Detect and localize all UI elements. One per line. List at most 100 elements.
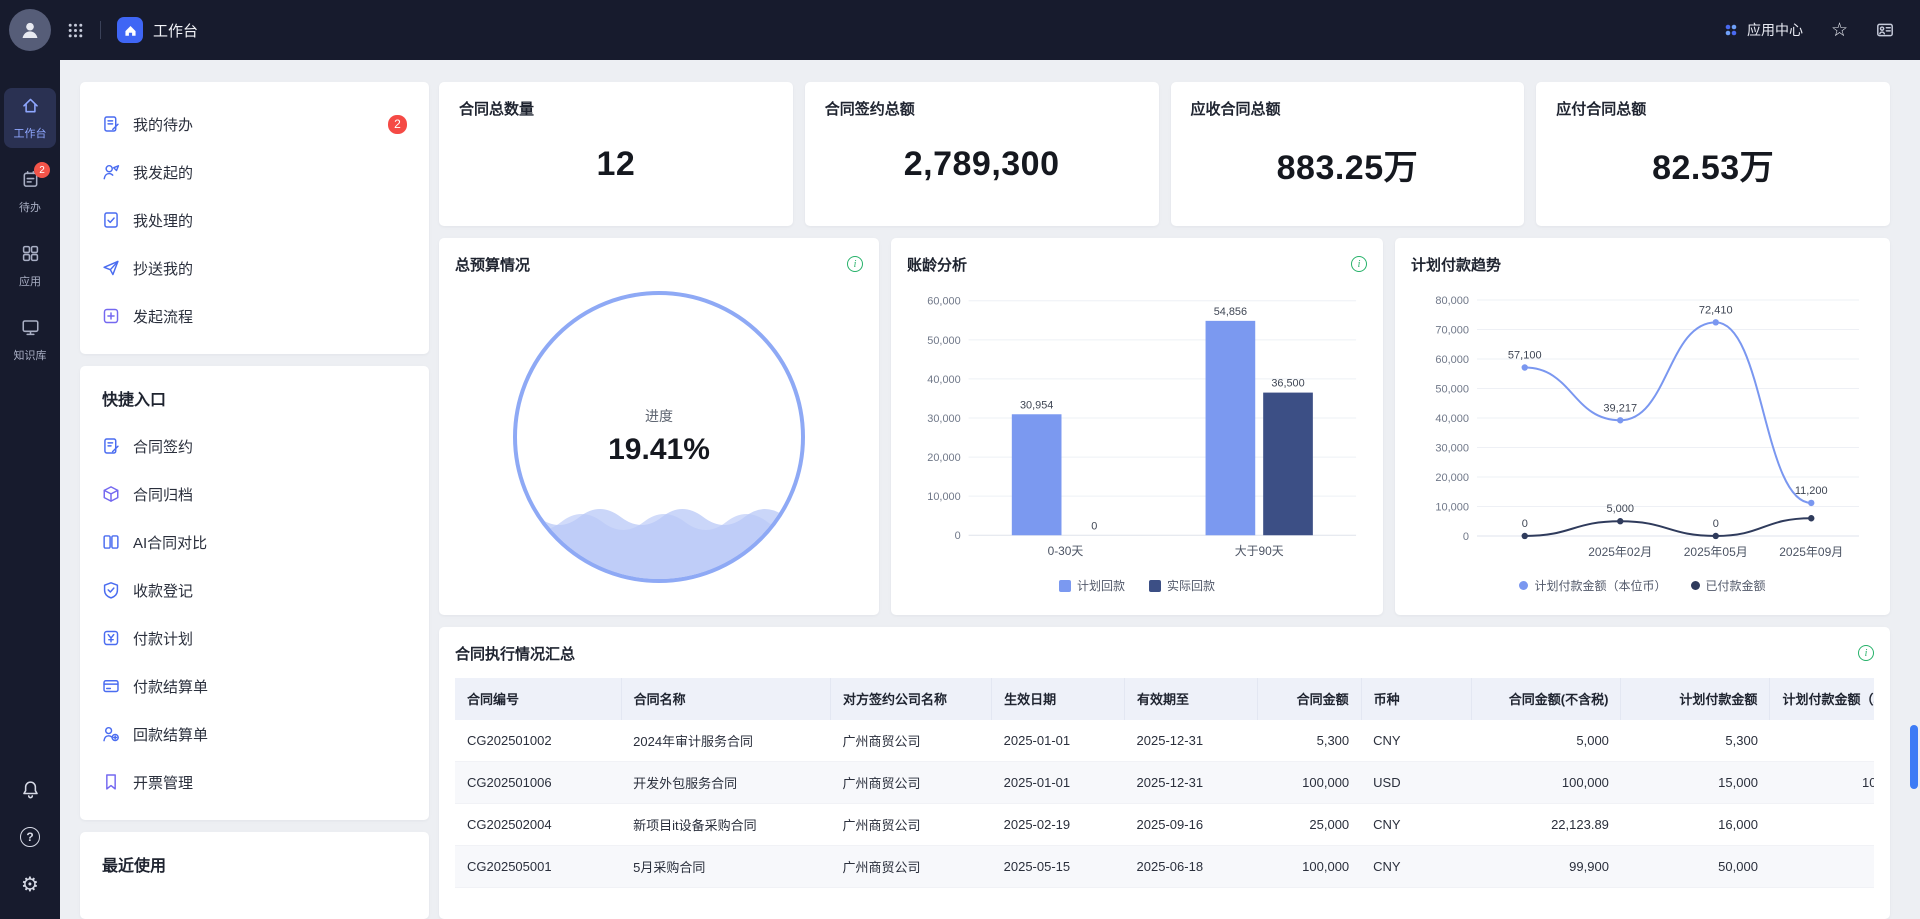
table-cell: CNY [1361, 720, 1472, 762]
quick-entry-title: 快捷入口 [92, 384, 417, 422]
sidebar-item-label: 我发起的 [133, 162, 193, 183]
left-sidebar: 我的待办2 我发起的我处理的抄送我的发起流程 快捷入口 合同签约合同归档 AI合同对… [80, 82, 429, 919]
svg-text:0-30天: 0-30天 [1048, 544, 1084, 558]
column-header: 对方签约公司名称 [831, 678, 992, 720]
rail-item-knowledge[interactable]: 知识库 [4, 310, 56, 370]
svg-text:20,000: 20,000 [1435, 472, 1469, 484]
table-cell: 2025-12-31 [1125, 720, 1258, 762]
sidebar-item[interactable]: 合同归档 [92, 470, 417, 518]
rail-item-todo[interactable]: 2 待办 [4, 162, 56, 222]
legend-item[interactable]: 计划回款 [1059, 577, 1125, 594]
vertical-scrollbar-thumb[interactable] [1910, 725, 1918, 789]
archive-box-icon [102, 485, 120, 503]
sidebar-item[interactable]: AI合同对比 [92, 518, 417, 566]
dashboard-content: 合同总数量12合同签约总额2,789,300应收合同总额883.25万应付合同总… [439, 82, 1890, 919]
sidebar-item[interactable]: 我发起的 [92, 148, 417, 196]
aging-card-title: 账龄分析 [907, 254, 967, 275]
contract-table: 合同编号合同名称对方签约公司名称生效日期有效期至合同金额币种合同金额(不含税)计… [455, 678, 1874, 889]
svg-text:0: 0 [1463, 531, 1469, 543]
stat-title: 应付合同总额 [1556, 98, 1870, 119]
table-cell: 16,000 [1621, 804, 1770, 846]
sidebar-item-label: 付款计划 [133, 628, 193, 649]
trend-card-title: 计划付款趋势 [1411, 254, 1501, 275]
table-cell: CG202501002 [455, 720, 621, 762]
legend-item[interactable]: 计划付款金额（本位币） [1519, 577, 1666, 594]
table-cell [1770, 720, 1874, 762]
home-rail-icon [21, 96, 40, 120]
settings-gear-icon[interactable]: ⚙ [21, 875, 39, 895]
table-row[interactable]: CG202501006开发外包服务合同广州商贸公司2025-01-012025-… [455, 762, 1874, 804]
person-send-icon [102, 163, 120, 181]
contract-table-wrap: 合同编号合同名称对方签约公司名称生效日期有效期至合同金额币种合同金额(不含税)计… [455, 678, 1874, 889]
svg-text:0: 0 [1713, 518, 1719, 530]
contacts-icon[interactable] [1876, 21, 1894, 39]
table-cell: 广州商贸公司 [831, 762, 992, 804]
sidebar-item[interactable]: 我的待办2 [92, 100, 417, 148]
legend-item[interactable]: 已付款金额 [1691, 577, 1766, 594]
sidebar-item-label: 发起流程 [133, 306, 193, 327]
svg-text:57,100: 57,100 [1508, 349, 1542, 361]
svg-text:30,954: 30,954 [1020, 399, 1053, 411]
legend-item[interactable]: 实际回款 [1149, 577, 1215, 594]
sidebar-item[interactable]: 我处理的 [92, 196, 417, 244]
aging-info-icon[interactable]: i [1351, 256, 1367, 272]
contract-sign-icon [102, 437, 120, 455]
sidebar-item[interactable]: 收款登记 [92, 566, 417, 614]
stat-value: 82.53万 [1556, 119, 1870, 210]
notifications-bell-icon[interactable] [21, 780, 40, 799]
table-cell: 2025-01-01 [992, 762, 1125, 804]
svg-text:50,000: 50,000 [927, 335, 960, 347]
table-cell [1770, 846, 1874, 888]
table-cell: 2025-09-16 [1125, 804, 1258, 846]
shield-check-icon [102, 581, 120, 599]
stat-card: 应收合同总额883.25万 [1171, 82, 1525, 226]
charts-row: 总预算情况 i 进度 19.41% [439, 238, 1890, 615]
table-cell: 5月采购合同 [621, 846, 830, 888]
table-row[interactable]: CG2025050015月采购合同广州商贸公司2025-05-152025-06… [455, 846, 1874, 888]
table-row[interactable]: CG202502004新项目it设备采购合同广州商贸公司2025-02-1920… [455, 804, 1874, 846]
sidebar-item[interactable]: 开票管理 [92, 758, 417, 806]
rail-item-workbench[interactable]: 工作台 [4, 88, 56, 148]
user-avatar[interactable] [9, 9, 51, 51]
table-cell: 2025-05-15 [992, 846, 1125, 888]
column-header: 计划付款金额 [1621, 678, 1770, 720]
table-cell: 99,900 [1472, 846, 1621, 888]
column-header: 有效期至 [1125, 678, 1258, 720]
gauge-value: 19.41% [608, 433, 710, 467]
apps-grid-icon[interactable] [67, 22, 84, 39]
budget-info-icon[interactable]: i [847, 256, 863, 272]
person-icon [19, 19, 41, 41]
budget-gauge-card: 总预算情况 i 进度 19.41% [439, 238, 879, 615]
favorites-star-icon[interactable]: ☆ [1831, 21, 1848, 40]
app-center-icon [1723, 22, 1739, 38]
sidebar-item[interactable]: 付款计划 [92, 614, 417, 662]
stat-card: 合同签约总额2,789,300 [805, 82, 1159, 226]
sidebar-item[interactable]: 付款结算单 [92, 662, 417, 710]
sidebar-item[interactable]: 合同签约 [92, 422, 417, 470]
column-header: 合同金额 [1257, 678, 1361, 720]
recent-used-title: 最近使用 [92, 850, 417, 888]
table-row[interactable]: CG2025010022024年审计服务合同广州商贸公司2025-01-0120… [455, 720, 1874, 762]
sidebar-item[interactable]: 抄送我的 [92, 244, 417, 292]
svg-text:2025年09月: 2025年09月 [1779, 545, 1843, 559]
sidebar-item[interactable]: 发起流程 [92, 292, 417, 340]
app-center-button[interactable]: 应用中心 [1723, 20, 1803, 40]
rail-item-apps[interactable]: 应用 [4, 236, 56, 296]
svg-text:30,000: 30,000 [1435, 442, 1469, 454]
svg-text:72,410: 72,410 [1699, 304, 1733, 316]
column-header: 计划付款金额（本位币） [1770, 678, 1874, 720]
rail-item-label: 知识库 [14, 347, 47, 363]
payment-trend-card: 计划付款趋势 010,00020,00030,00040,00050,00060… [1395, 238, 1890, 615]
column-header: 合同编号 [455, 678, 621, 720]
stat-title: 应收合同总额 [1191, 98, 1505, 119]
page-title: 工作台 [153, 20, 198, 41]
sidebar-item[interactable]: 回款结算单 [92, 710, 417, 758]
liquid-gauge: 进度 19.41% [513, 291, 805, 583]
sidebar-item-label: 合同归档 [133, 484, 193, 505]
plus-square-icon [102, 307, 120, 325]
yen-square-icon [102, 629, 120, 647]
help-icon[interactable]: ? [20, 827, 40, 847]
legend-swatch [1519, 581, 1528, 590]
gauge-label: 进度 [645, 406, 673, 426]
contract-table-info-icon[interactable]: i [1858, 645, 1874, 661]
